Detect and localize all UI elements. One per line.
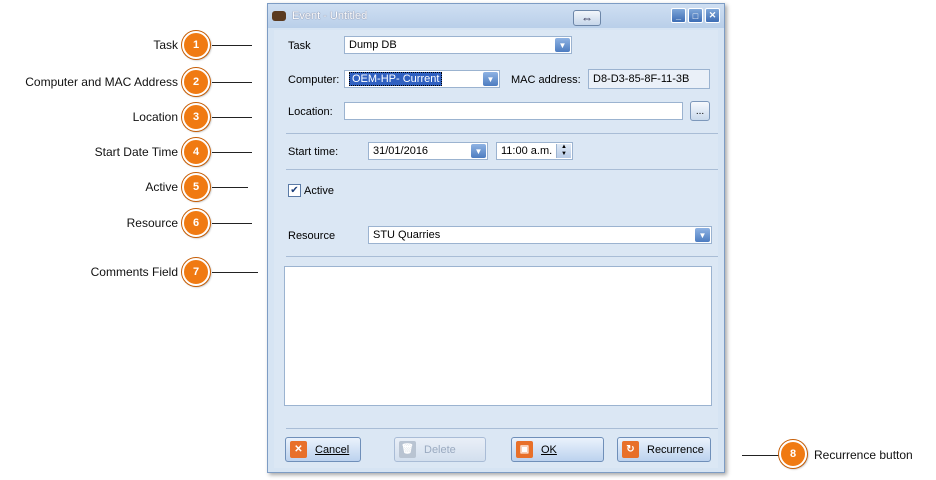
callout-label-comments: Comments Field [90,265,178,279]
cancel-button[interactable]: ✕ Cancel [285,437,361,462]
cancel-label: Cancel [315,443,350,456]
comments-field[interactable] [284,266,712,406]
leader-line [212,272,258,273]
location-input[interactable] [344,102,683,120]
active-label: Active [304,185,334,197]
resource-label: Resource [288,230,336,242]
ok-button[interactable]: ▣ OK [511,437,604,462]
start-time-value: 11:00 a.m. [501,145,553,157]
chevron-down-icon[interactable]: ▼ [483,72,498,86]
callout-badge-3: 3 [182,103,210,131]
callout-label-task: Task [153,38,178,52]
mac-address-field[interactable]: D8-D3-85-8F-11-3B [588,69,710,89]
callout-label-active: Active [145,180,178,194]
start-date-value: 31/01/2016 [373,145,429,157]
callout-label-location: Location [132,110,178,124]
window-title: Event - Untitled [292,10,368,22]
browse-location-button[interactable]: ... [690,101,710,121]
title-bar[interactable]: Event - Untitled ⇔ _ □ ✕ [268,4,724,28]
leader-line [212,45,252,46]
delete-button[interactable]: 🗑 Delete [394,437,486,462]
start-time-spinner[interactable]: 11:00 a.m. ▲ ▼ [496,142,573,160]
leader-line [212,223,252,224]
spin-arrows-icon[interactable]: ▲ ▼ [556,144,571,158]
callout-label-computer: Computer and MAC Address [25,75,178,89]
callout-badge-2: 2 [182,68,210,96]
callout-label-start: Start Date Time [94,145,178,159]
save-icon: ▣ [516,441,533,458]
mac-label: MAC address: [511,74,581,86]
callout-badge-7: 7 [182,258,210,286]
computer-value: OEM-HP- Current [349,72,443,86]
recurrence-label: Recurrence [647,443,704,456]
callout-badge-4: 4 [182,138,210,166]
resource-select[interactable]: STU Quarries ▼ [368,226,712,244]
app-icon [272,11,286,21]
task-label: Task [288,40,311,52]
leader-line [212,117,252,118]
recurrence-button[interactable]: ↻ Recurrence [617,437,711,462]
trash-icon: 🗑 [399,441,416,458]
leader-line [212,82,252,83]
separator [286,256,718,257]
separator [286,169,718,170]
separator [286,133,718,134]
start-time-label: Start time: [288,146,339,158]
callout-badge-8: 8 [779,440,807,468]
minimize-icon[interactable]: _ [671,8,686,23]
leader-line [212,187,248,188]
maximize-icon[interactable]: □ [688,8,703,23]
cancel-icon: ✕ [290,441,307,458]
chevron-down-icon[interactable]: ▼ [471,144,486,158]
callout-label-resource: Resource [126,216,178,230]
resource-value: STU Quarries [373,229,441,241]
swap-arrows-icon[interactable]: ⇔ [573,10,601,26]
delete-label: Delete [424,443,456,456]
callout-badge-6: 6 [182,209,210,237]
computer-select[interactable]: OEM-HP- Current ▼ [344,70,500,88]
start-date-picker[interactable]: 31/01/2016 ▼ [368,142,488,160]
event-dialog: Event - Untitled ⇔ _ □ ✕ Task Dump DB ▼ … [267,3,725,473]
callout-badge-5: 5 [182,173,210,201]
close-icon[interactable]: ✕ [705,8,720,23]
location-label: Location: [288,106,333,118]
separator [286,428,718,429]
active-checkbox[interactable]: ✔ [288,184,301,197]
ok-label: OK [541,443,557,456]
task-select[interactable]: Dump DB ▼ [344,36,572,54]
leader-line [742,455,780,456]
task-value: Dump DB [349,39,397,51]
computer-label: Computer: [288,74,340,86]
callout-label-recurrence: Recurrence button [814,448,913,462]
recurrence-icon: ↻ [622,441,639,458]
callout-badge-1: 1 [182,31,210,59]
chevron-down-icon[interactable]: ▼ [695,228,710,242]
chevron-down-icon[interactable]: ▼ [555,38,570,52]
dialog-body: Task Dump DB ▼ Computer: OEM-HP- Current… [274,30,718,468]
leader-line [212,152,252,153]
